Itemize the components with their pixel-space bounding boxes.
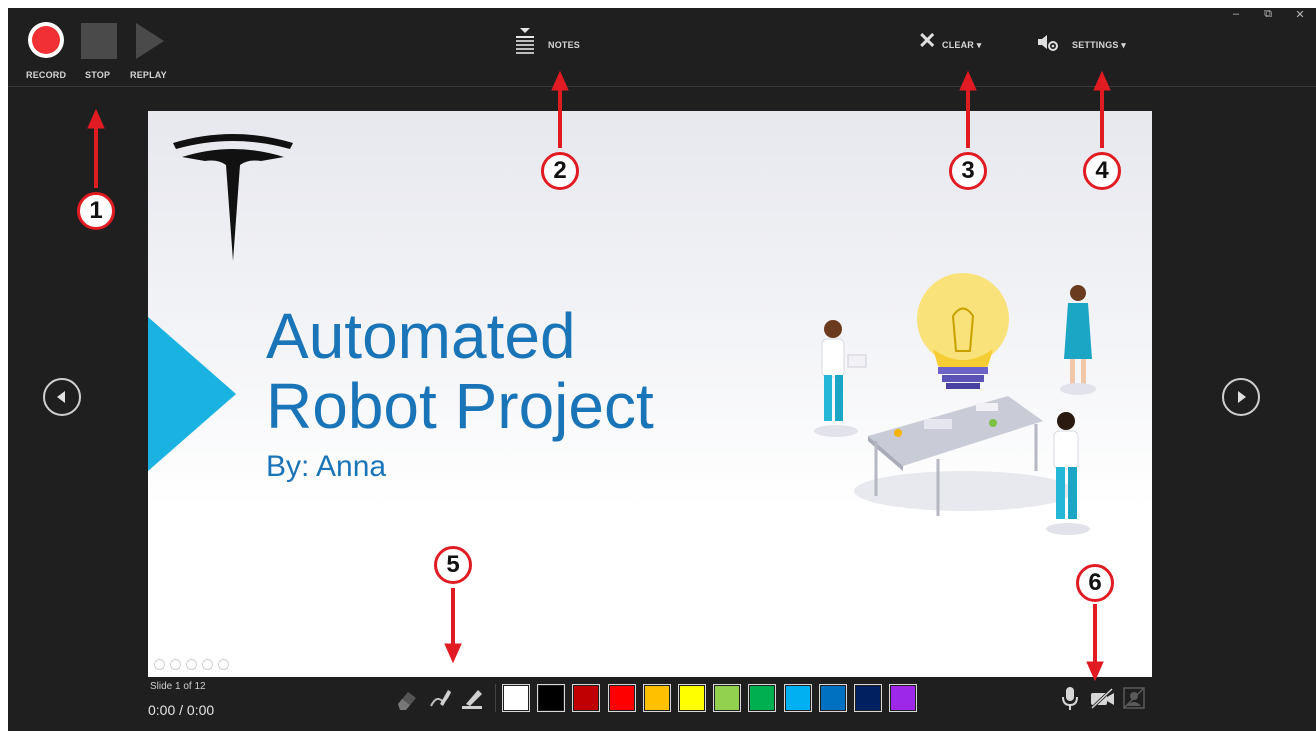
annotation-arrows: [87, 70, 1111, 682]
annotation-marker-5: 5: [434, 546, 472, 584]
annotation-marker-2: 2: [541, 152, 579, 190]
annotation-marker-4: 4: [1083, 152, 1121, 190]
recording-window: – ⧉ ✕ RECORD STOP REPLAY NOTES ✕ CLEAR ▾…: [8, 8, 1316, 731]
annotation-marker-6: 6: [1076, 564, 1114, 602]
annotation-marker-3: 3: [949, 152, 987, 190]
annotation-marker-1: 1: [77, 192, 115, 230]
